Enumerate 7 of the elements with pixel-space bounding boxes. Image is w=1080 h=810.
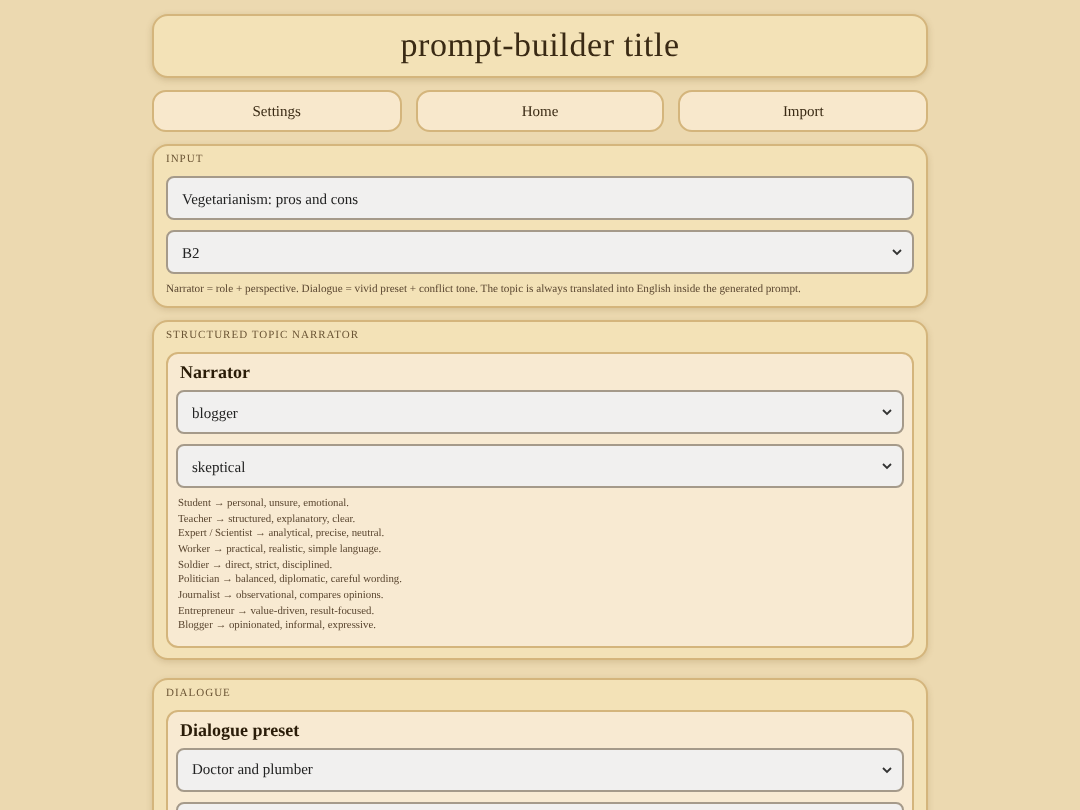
page-title: prompt-builder title [152,14,928,78]
chevron-down-icon [892,248,902,256]
chevron-down-icon [882,765,892,774]
chevron-down-icon [882,408,892,416]
card-heading: Dialogue preset [180,719,302,740]
card-heading: Narrator [180,362,252,382]
chevron-down-icon [882,462,892,470]
